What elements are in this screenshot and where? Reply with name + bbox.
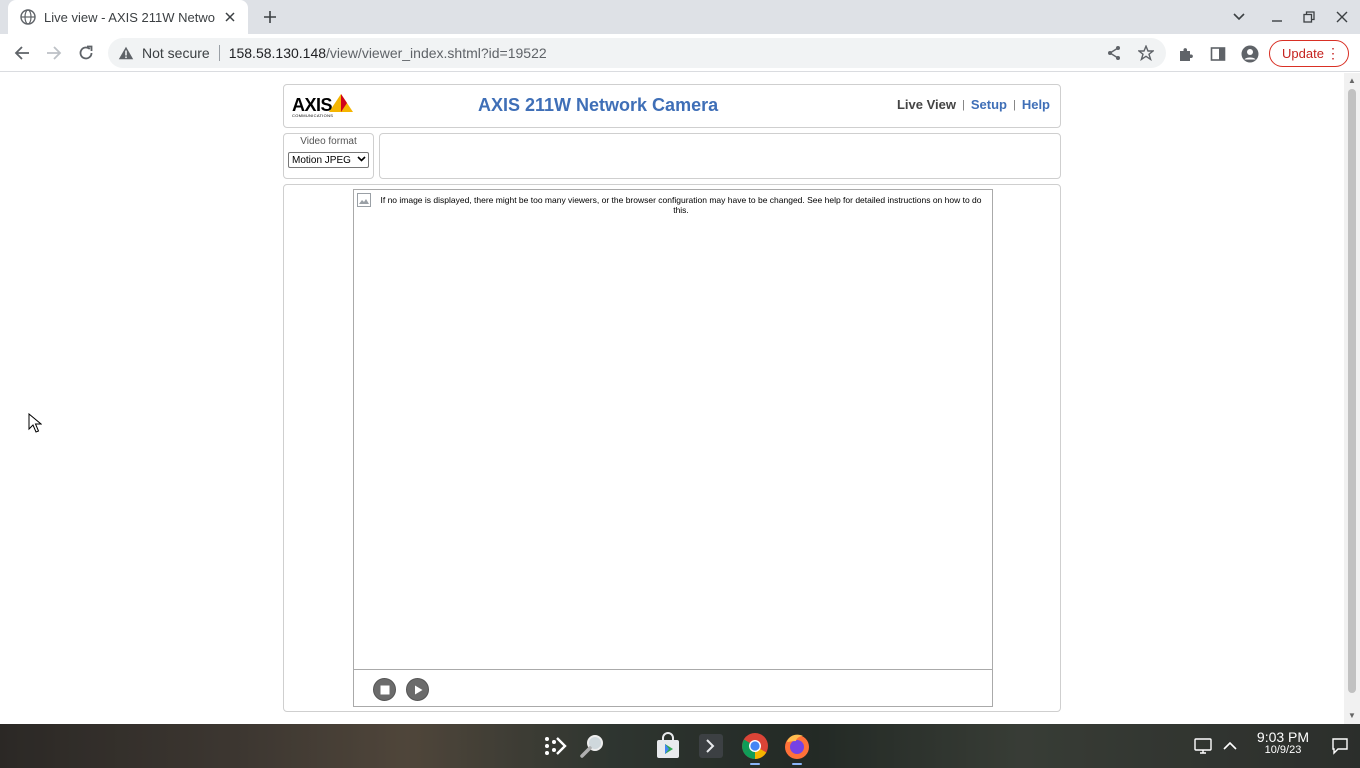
video-format-select[interactable]: Motion JPEG [288, 152, 369, 168]
share-icon[interactable] [1102, 41, 1126, 65]
tab-strip: Live view - AXIS 211W Netwo [0, 0, 1360, 34]
logo-triangle-icon [329, 94, 353, 112]
scroll-up-icon[interactable]: ▲ [1348, 76, 1356, 85]
logo-subtext: COMMUNICATIONS [292, 113, 334, 118]
firefox-icon[interactable] [781, 730, 813, 765]
screen-capture-icon[interactable] [1193, 736, 1213, 756]
top-navigation: Live View | Setup | Help [897, 97, 1050, 112]
address-divider [218, 45, 220, 61]
video-format-label: Video format [300, 136, 357, 147]
security-status[interactable]: Not secure [142, 45, 210, 61]
side-panel-icon[interactable] [1206, 42, 1230, 66]
nav-separator: | [961, 98, 965, 111]
chrome-icon[interactable] [739, 730, 771, 765]
page-title: AXIS 211W Network Camera [478, 95, 719, 115]
toolbar-panel [379, 133, 1061, 179]
page-scrollbar[interactable]: ▲ ▼ [1344, 73, 1360, 724]
tab-search-chevron-icon[interactable] [1222, 0, 1256, 34]
update-label: Update [1282, 46, 1324, 61]
nav-separator: | [1012, 98, 1016, 111]
new-tab-button[interactable] [258, 5, 282, 29]
globe-icon [20, 9, 36, 25]
video-control-bar [354, 669, 992, 706]
live-view-panel: If no image is displayed, there might be… [283, 184, 1061, 712]
clock-date: 10/9/23 [1264, 744, 1302, 756]
nav-live-view[interactable]: Live View [897, 97, 956, 112]
system-clock[interactable]: 9:03 PM 10/9/23 [1250, 729, 1316, 757]
browser-tab[interactable]: Live view - AXIS 211W Netwo [8, 0, 248, 34]
stop-icon [380, 685, 389, 694]
close-window-icon[interactable] [1325, 0, 1359, 34]
address-bar[interactable]: Not secure 158.58.130.148/view/viewer_in… [108, 38, 1166, 68]
url-host: 158.58.130.148 [228, 45, 327, 61]
os-taskbar: 9:03 PM 10/9/23 [0, 724, 1360, 768]
back-arrow-icon[interactable] [7, 38, 37, 68]
chevron-up-icon[interactable] [1220, 736, 1240, 756]
video-alt-message: If no image is displayed, there might be… [380, 195, 982, 215]
restore-icon[interactable] [1292, 0, 1326, 34]
video-format-panel: Video format Motion JPEG [283, 133, 374, 179]
play-store-icon[interactable] [652, 730, 684, 762]
video-stream-frame[interactable]: If no image is displayed, there might be… [353, 189, 993, 707]
update-button[interactable]: Update ⋮ [1269, 40, 1349, 67]
stop-button[interactable] [373, 678, 396, 701]
terminal-icon[interactable] [695, 730, 727, 762]
play-icon [414, 685, 422, 694]
camera-header: AXIS COMMUNICATIONS AXIS 211W Network Ca… [283, 84, 1061, 128]
video-format-value: Motion JPEG [292, 154, 351, 166]
bookmark-star-icon[interactable] [1134, 41, 1158, 65]
axis-logo[interactable]: AXIS COMMUNICATIONS [292, 93, 356, 119]
browser-toolbar: Not secure 158.58.130.148/view/viewer_in… [0, 34, 1360, 72]
notifications-icon[interactable] [1330, 736, 1350, 756]
nav-setup-link[interactable]: Setup [971, 97, 1007, 112]
mouse-cursor-icon [28, 413, 42, 433]
tab-close-icon[interactable] [222, 9, 238, 25]
url-path: /view/viewer_index.shtml?id=19522 [326, 45, 547, 61]
url-text[interactable]: 158.58.130.148/view/viewer_index.shtml?i… [229, 45, 547, 61]
launcher-icon[interactable] [538, 730, 570, 762]
clock-time: 9:03 PM [1256, 729, 1310, 745]
scroll-down-icon[interactable]: ▼ [1348, 711, 1356, 720]
chevron-down-icon [357, 154, 366, 165]
nav-help-link[interactable]: Help [1022, 97, 1050, 112]
play-button[interactable] [406, 678, 429, 701]
more-menu-icon[interactable]: ⋮ [1326, 44, 1340, 62]
page-viewport: AXIS COMMUNICATIONS AXIS 211W Network Ca… [0, 73, 1344, 724]
tab-title: Live view - AXIS 211W Netwo [44, 9, 215, 25]
minimize-icon[interactable] [1260, 0, 1294, 34]
warning-triangle-icon[interactable] [118, 45, 134, 61]
scrollbar-thumb[interactable] [1348, 89, 1356, 693]
profile-avatar-icon[interactable] [1238, 42, 1262, 66]
reload-icon[interactable] [71, 38, 101, 68]
search-magnifier-icon[interactable] [576, 730, 608, 762]
extensions-puzzle-icon[interactable] [1174, 42, 1198, 66]
forward-arrow-icon[interactable] [39, 38, 69, 68]
